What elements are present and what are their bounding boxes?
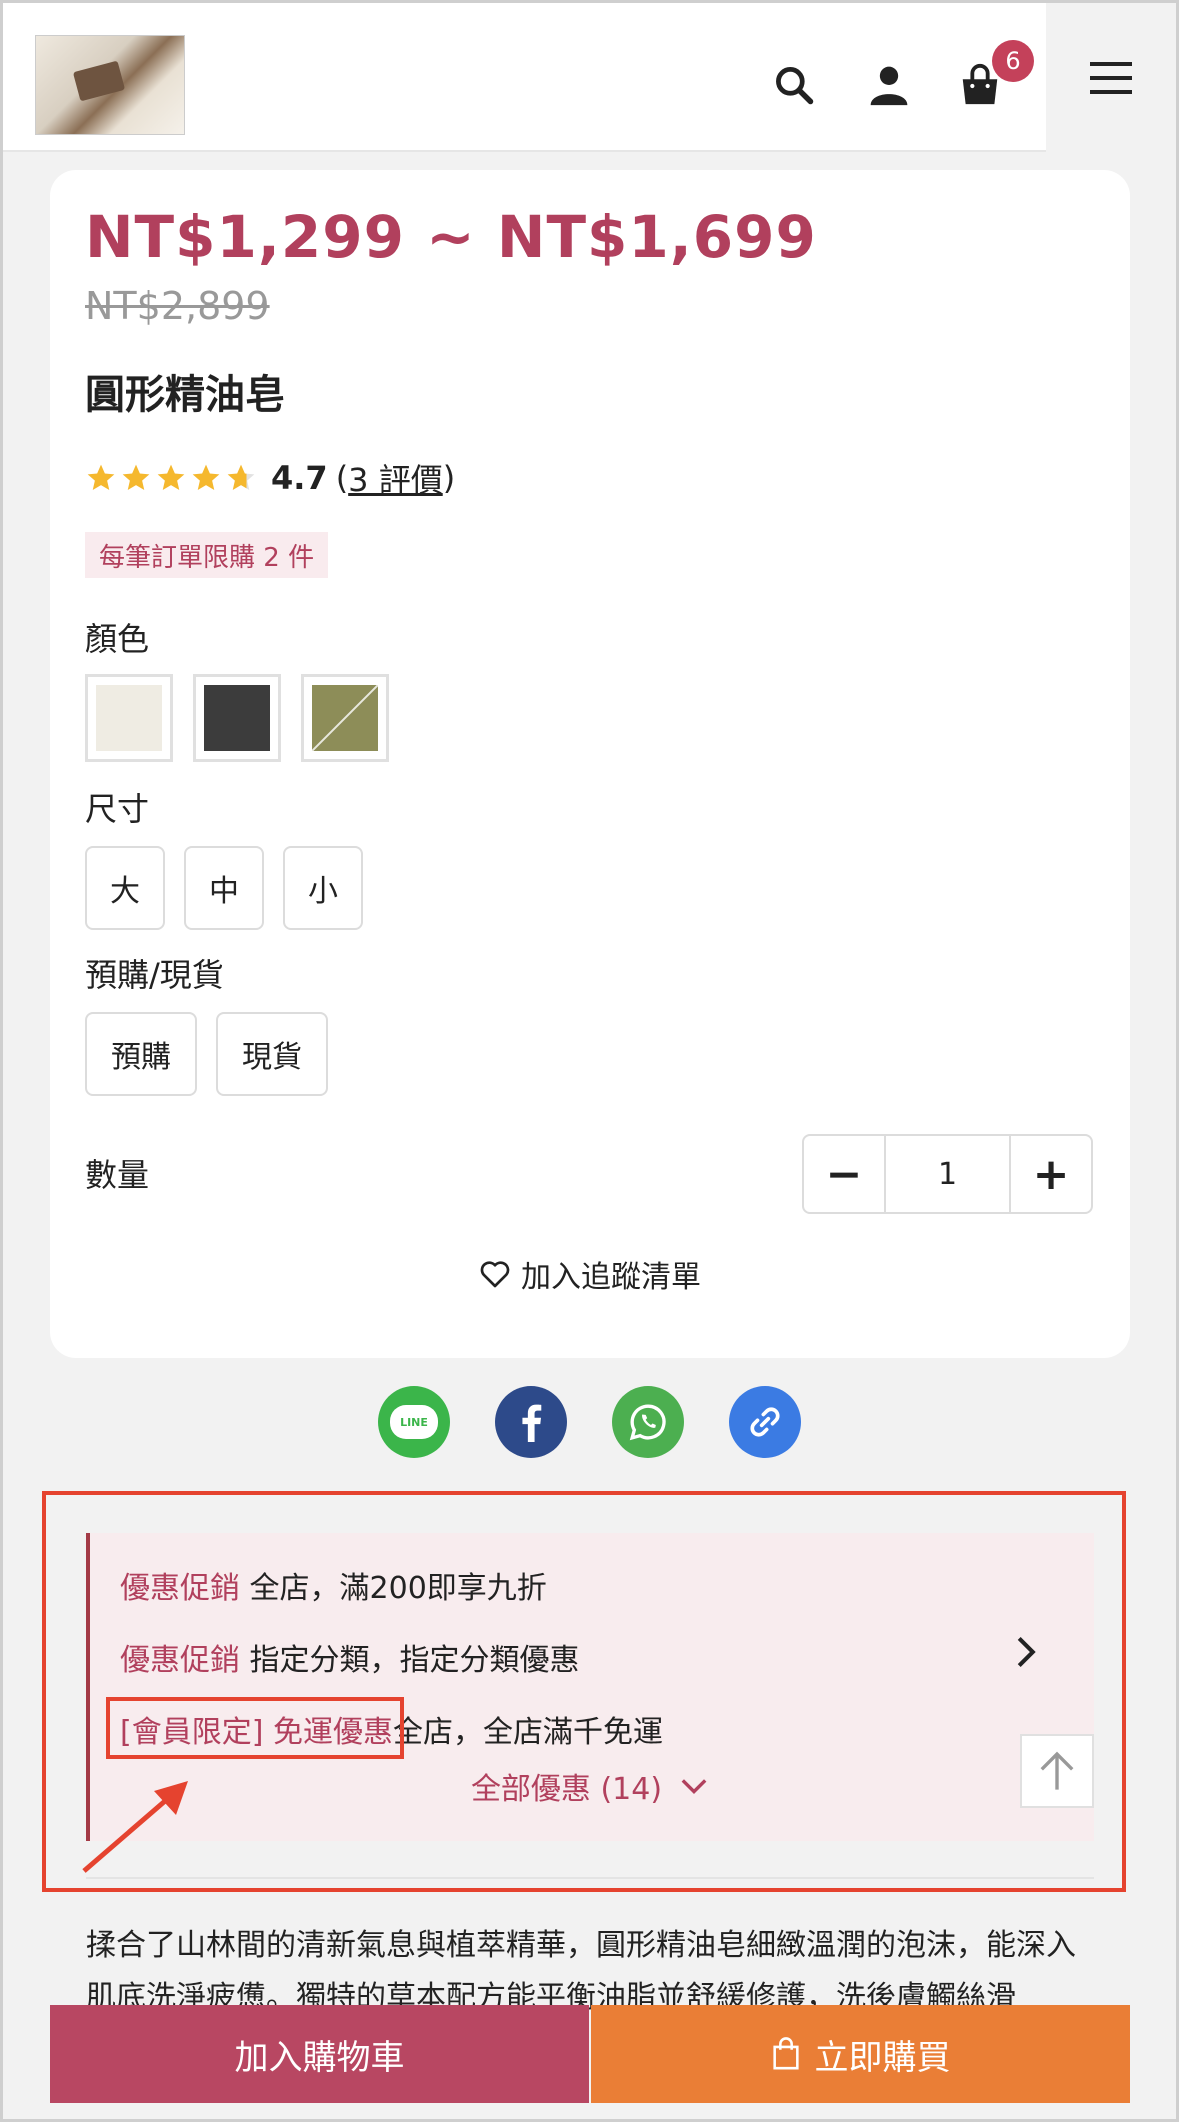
size-option-large[interactable]: 大 (85, 846, 165, 930)
star-icon (122, 464, 150, 490)
color-label: 顏色 (85, 620, 150, 658)
hamburger-icon (1090, 61, 1132, 94)
star-icon (192, 464, 220, 490)
rating-close-paren: ) (442, 459, 456, 497)
annotation-outline (42, 1491, 1126, 1892)
price-range: NT$1,299 ~ NT$1,699 (85, 203, 817, 271)
add-to-cart-label: 加入購物車 (234, 2037, 405, 2078)
quantity-stepper: − 1 + (802, 1134, 1093, 1214)
site-header: 6 (3, 3, 1176, 152)
rating-score: 4.7 (271, 459, 328, 497)
link-icon (750, 1407, 780, 1437)
star-icon (157, 464, 185, 490)
original-price: NT$2,899 (85, 284, 270, 328)
color-swatch-ivory[interactable] (85, 674, 173, 762)
buy-now-label: 立即購買 (814, 2037, 951, 2078)
rating-open-paren: ( (335, 459, 349, 497)
whatsapp-icon (629, 1404, 666, 1441)
heart-icon (480, 1261, 510, 1288)
quantity-increase-button[interactable]: + (1011, 1136, 1091, 1212)
product-info-card: NT$1,299 ~ NT$1,699 NT$2,899 圓形精油皂 4.7 (… (50, 170, 1130, 1358)
store-logo[interactable] (35, 35, 185, 135)
section-divider (86, 1877, 1094, 1879)
add-to-wishlist-button[interactable]: 加入追蹤清單 (50, 1252, 1130, 1296)
stock-label: 預購/現貨 (85, 956, 224, 994)
star-icon (227, 464, 255, 490)
stock-option-instock[interactable]: 現貨 (216, 1012, 328, 1096)
annotation-arrow-icon (82, 1781, 188, 1873)
rating-row: 4.7 ( 3 評價 ) (85, 455, 455, 501)
wishlist-label: 加入追蹤清單 (521, 1260, 701, 1295)
purchase-action-bar: 加入購物車 立即購買 (50, 2005, 1130, 2103)
star-icon (87, 464, 115, 490)
quantity-decrease-button[interactable]: − (804, 1136, 884, 1212)
account-icon[interactable] (859, 55, 919, 115)
facebook-icon (522, 1404, 542, 1442)
add-to-cart-button[interactable]: 加入購物車 (50, 2005, 589, 2103)
buy-now-button[interactable]: 立即購買 (591, 2005, 1130, 2103)
menu-button[interactable] (1046, 3, 1176, 152)
color-swatch-charcoal[interactable] (193, 674, 281, 762)
unavailable-slash-icon (312, 685, 378, 751)
share-whatsapp-button[interactable] (612, 1386, 684, 1458)
product-title: 圓形精油皂 (85, 372, 285, 418)
search-icon[interactable] (764, 55, 824, 115)
quantity-label: 數量 (85, 1156, 150, 1194)
share-facebook-button[interactable] (495, 1386, 567, 1458)
size-option-medium[interactable]: 中 (184, 846, 264, 930)
cart-count-badge: 6 (992, 40, 1034, 82)
size-label: 尺寸 (85, 790, 150, 828)
purchase-limit-badge: 每筆訂單限購 2 件 (85, 532, 329, 578)
share-copy-link-button[interactable] (729, 1386, 801, 1458)
share-line-button[interactable]: LINE (378, 1386, 450, 1458)
shopping-bag-icon (772, 2037, 799, 2070)
size-option-small[interactable]: 小 (283, 846, 363, 930)
line-icon: LINE (390, 1405, 438, 1439)
reviews-link[interactable]: 3 評價 (348, 455, 443, 501)
stock-option-preorder[interactable]: 預購 (85, 1012, 197, 1096)
quantity-input[interactable]: 1 (884, 1136, 1011, 1212)
color-swatch-olive-unavailable[interactable] (301, 674, 389, 762)
star-rating (85, 462, 257, 494)
